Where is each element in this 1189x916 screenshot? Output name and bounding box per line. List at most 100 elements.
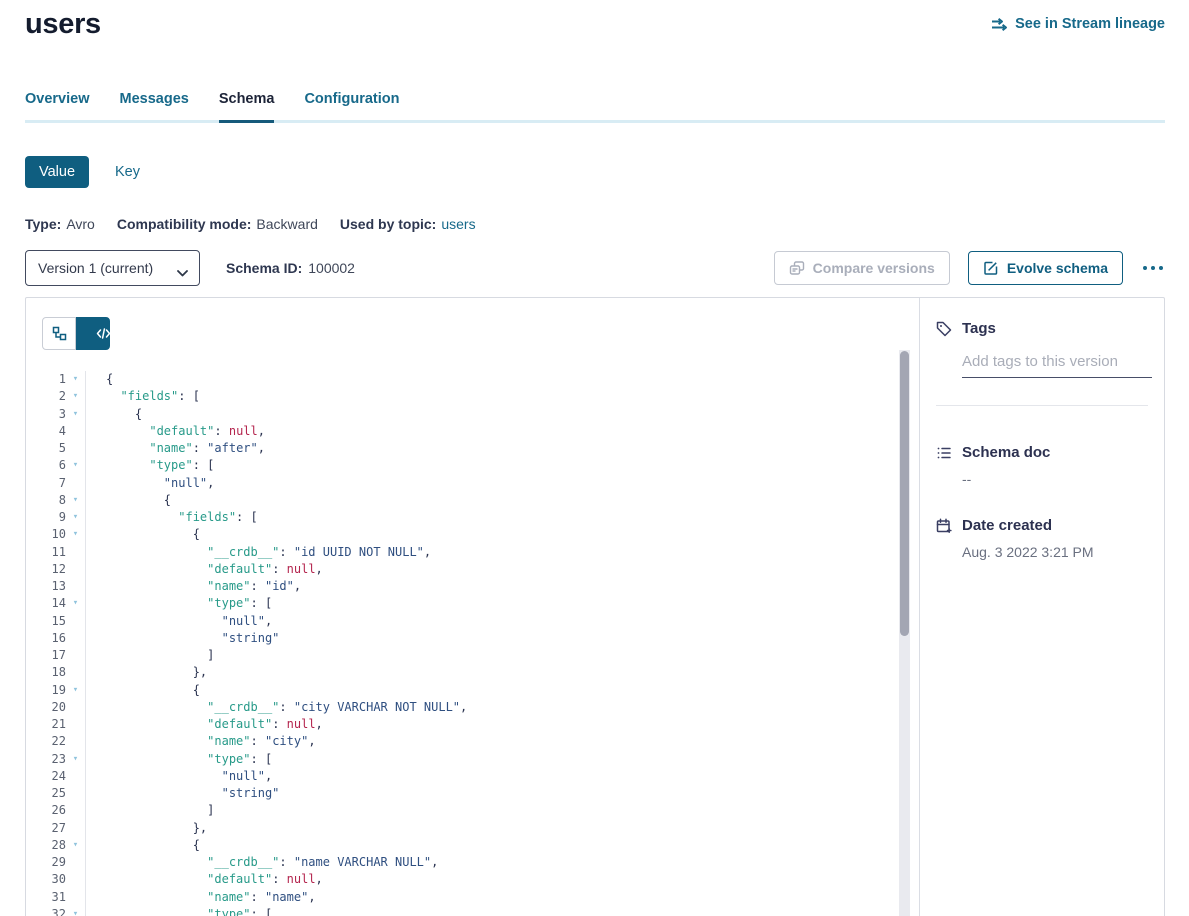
code-text[interactable]: "string" [85,785,919,802]
line-number: 12 [26,561,66,578]
fold-toggle-icon[interactable]: ▾ [66,509,85,526]
line-number: 6 [26,457,66,474]
code-text[interactable]: { [85,837,919,854]
tab-configuration[interactable]: Configuration [304,85,399,123]
code-line: 16 "string" [26,630,919,647]
compare-versions-button[interactable]: Compare versions [774,251,950,285]
tags-heading-row: Tags [936,320,1148,337]
code-line: 6▾ "type": [ [26,457,919,474]
code-text[interactable]: "__crdb__": "id UUID NOT NULL", [85,544,919,561]
code-text[interactable]: "__crdb__": "city VARCHAR NOT NULL", [85,699,919,716]
code-text[interactable]: "type": [ [85,751,919,768]
code-line: 18 }, [26,664,919,681]
code-text[interactable]: "default": null, [85,561,919,578]
code-line: 2▾ "fields": [ [26,388,919,405]
editor-toolbar [26,298,919,350]
tab-messages[interactable]: Messages [120,85,189,123]
used-by-topic-link[interactable]: users [441,216,475,232]
code-line: 31 "name": "name", [26,889,919,906]
value-key-toggle: Value Key [25,156,1165,188]
code-text[interactable]: ] [85,647,919,664]
line-number: 1 [26,371,66,388]
code-line: 21 "default": null, [26,716,919,733]
schema-doc-heading-row: Schema doc [936,444,1148,461]
code-text[interactable]: "fields": [ [85,388,919,405]
code-text[interactable]: { [85,682,919,699]
code-line: 11 "__crdb__": "id UUID NOT NULL", [26,544,919,561]
code-text[interactable]: "string" [85,630,919,647]
fold-toggle-icon[interactable]: ▾ [66,492,85,509]
code-text[interactable]: "name": "name", [85,889,919,906]
fold-spacer [66,578,85,595]
evolve-schema-button[interactable]: Evolve schema [968,251,1123,285]
fold-toggle-icon[interactable]: ▾ [66,837,85,854]
editor-scrollbar-thumb[interactable] [900,351,909,636]
meta-used-by-topic: Used by topic: users [340,216,476,232]
code-text[interactable]: ] [85,802,919,819]
tree-view-icon [52,326,67,341]
code-text[interactable]: { [85,406,919,423]
code-line: 4 "default": null, [26,423,919,440]
line-number: 15 [26,613,66,630]
fold-toggle-icon[interactable]: ▾ [66,751,85,768]
code-text[interactable]: "name": "city", [85,733,919,750]
code-text[interactable]: "default": null, [85,871,919,888]
code-text[interactable]: "null", [85,613,919,630]
fold-toggle-icon[interactable]: ▾ [66,595,85,612]
key-toggle-button[interactable]: Key [115,164,140,180]
fold-spacer [66,544,85,561]
code-line: 8▾ { [26,492,919,509]
line-number: 25 [26,785,66,802]
line-number: 7 [26,475,66,492]
code-text[interactable]: }, [85,664,919,681]
code-text[interactable]: "type": [ [85,595,919,612]
value-toggle-button[interactable]: Value [25,156,89,188]
tag-icon [936,321,952,337]
fold-spacer [66,699,85,716]
code-line: 26 ] [26,802,919,819]
page-title: users [25,8,101,41]
editor-scrollbar-track[interactable] [899,350,910,916]
see-in-stream-lineage-link[interactable]: See in Stream lineage [991,16,1165,32]
code-text[interactable]: { [85,371,919,388]
tab-schema[interactable]: Schema [219,85,275,123]
code-text[interactable]: "__crdb__": "name VARCHAR NULL", [85,854,919,871]
fold-toggle-icon[interactable]: ▾ [66,371,85,388]
fold-toggle-icon[interactable]: ▾ [66,526,85,543]
schema-code-editor[interactable]: 1▾{2▾ "fields": [3▾ {4 "default": null,5… [26,371,919,916]
code-text[interactable]: "name": "after", [85,440,919,457]
tree-view-button[interactable] [42,317,76,350]
tab-overview[interactable]: Overview [25,85,90,123]
add-tags-input[interactable] [962,353,1152,378]
code-line: 12 "default": null, [26,561,919,578]
code-text[interactable]: { [85,526,919,543]
line-number: 4 [26,423,66,440]
ellipsis-dot [1159,266,1163,270]
more-options-button[interactable] [1141,262,1165,274]
code-text[interactable]: "null", [85,768,919,785]
fold-toggle-icon[interactable]: ▾ [66,406,85,423]
fold-spacer [66,802,85,819]
code-view-button[interactable] [76,317,110,350]
code-text[interactable]: }, [85,820,919,837]
compatibility-value: Backward [256,216,317,232]
fold-spacer [66,664,85,681]
code-text[interactable]: "default": null, [85,423,919,440]
fold-toggle-icon[interactable]: ▾ [66,388,85,405]
code-text[interactable]: "default": null, [85,716,919,733]
version-select[interactable]: Version 1 (current) [25,250,200,286]
code-line: 32▾ "type": [ [26,906,919,916]
date-created-value: Aug. 3 2022 3:21 PM [962,544,1148,560]
code-text[interactable]: "name": "id", [85,578,919,595]
schema-sidebar: Tags Schema doc [919,298,1164,916]
code-line: 1▾{ [26,371,919,388]
fold-toggle-icon[interactable]: ▾ [66,682,85,699]
code-text[interactable]: "type": [ [85,906,919,916]
code-text[interactable]: "null", [85,475,919,492]
code-text[interactable]: "type": [ [85,457,919,474]
code-text[interactable]: { [85,492,919,509]
code-text[interactable]: "fields": [ [85,509,919,526]
fold-toggle-icon[interactable]: ▾ [66,906,85,916]
line-number: 13 [26,578,66,595]
fold-toggle-icon[interactable]: ▾ [66,457,85,474]
